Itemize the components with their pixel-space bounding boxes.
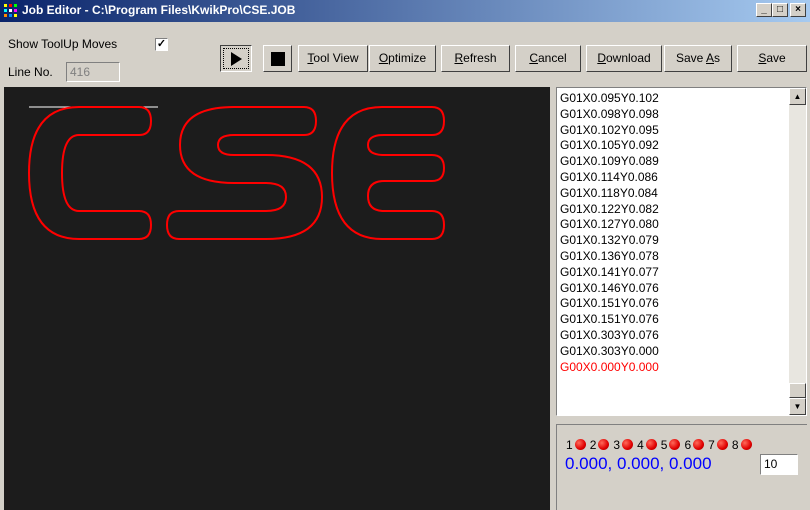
optimize-hotkey: O: [378, 51, 389, 65]
save-as-label: s: [714, 51, 721, 65]
gcode-line[interactable]: G01X0.141Y0.077: [560, 265, 659, 281]
refresh-button[interactable]: Refresh: [441, 45, 510, 72]
led-icon: [622, 439, 634, 450]
show-toolup-label: Show ToolUp Moves: [8, 37, 118, 51]
led-icon: [669, 439, 681, 450]
output-number: 3: [613, 438, 621, 452]
maximize-icon: □: [776, 4, 784, 15]
output-indicator-4: 4: [637, 438, 657, 452]
gcode-listbox[interactable]: G01X0.095Y0.102 G01X0.098Y0.098 G01X0.102Y…: [556, 87, 807, 416]
letter-s-path: [165, 106, 324, 240]
output-number: 6: [684, 438, 692, 452]
show-toolup-checkbox[interactable]: ✓: [155, 38, 168, 51]
gcode-line[interactable]: G01X0.127Y0.080: [560, 217, 659, 233]
output-indicator-3: 3: [613, 438, 634, 452]
gcode-line[interactable]: G01X0.303Y0.076: [560, 328, 659, 344]
output-number: 5: [660, 438, 668, 452]
gcode-line[interactable]: G01X0.146Y0.076: [560, 281, 659, 297]
download-label: ownload: [605, 51, 651, 65]
save-label: ave: [766, 51, 786, 65]
gcode-line[interactable]: G01X0.098Y0.098: [560, 107, 659, 123]
maximize-button[interactable]: □: [772, 3, 788, 17]
line-no-input[interactable]: 416: [66, 62, 120, 82]
refresh-label: efresh: [463, 51, 497, 65]
optimize-label: ptimize: [388, 51, 427, 65]
stop-icon: [270, 51, 285, 66]
app-icon: [4, 4, 17, 17]
output-indicator-7: 7: [708, 438, 728, 452]
run-button[interactable]: [220, 45, 252, 72]
output-number: 8: [731, 438, 739, 452]
save-as-hotkey: A: [706, 51, 715, 65]
output-indicator-2: 2: [590, 438, 610, 452]
led-icon: [645, 439, 657, 450]
gcode-line[interactable]: G01X0.114Y0.086: [560, 170, 659, 186]
download-hotkey: D: [597, 51, 606, 65]
led-icon: [716, 439, 728, 450]
led-icon: [598, 439, 610, 450]
output-indicator-6: 6: [684, 438, 705, 452]
tool-view-label: ool View: [313, 51, 359, 65]
stop-button[interactable]: [263, 45, 292, 72]
gcode-scrollbar[interactable]: ▲ ▼: [789, 88, 806, 415]
step-input[interactable]: 10: [760, 454, 798, 475]
scroll-up-button[interactable]: ▲: [789, 88, 806, 105]
output-indicator-1: 1: [566, 438, 586, 452]
save-as-button[interactable]: Save As: [664, 45, 732, 72]
output-number: 7: [708, 438, 715, 452]
cancel-hotkey: C: [529, 51, 538, 65]
play-icon: [231, 51, 242, 66]
output-number: 1: [566, 438, 573, 452]
tool-view-button[interactable]: Tool View: [298, 45, 368, 72]
scroll-thumb[interactable]: [789, 383, 806, 398]
led-icon: [740, 439, 752, 450]
toolpath-drawing: [27, 106, 446, 240]
led-icon: [693, 439, 705, 450]
save-as-label-pre: Save: [675, 51, 706, 65]
line-no-label: Line No.: [8, 65, 53, 79]
output-indicator-8: 8: [732, 438, 752, 452]
cancel-label: ancel: [537, 51, 567, 65]
scroll-down-button[interactable]: ▼: [789, 398, 806, 415]
download-button[interactable]: Download: [586, 45, 662, 72]
save-button[interactable]: Save: [737, 45, 807, 72]
close-button[interactable]: ×: [790, 3, 806, 17]
gcode-line[interactable]: G01X0.102Y0.095: [560, 123, 659, 139]
letter-c-path: [27, 106, 153, 240]
minimize-icon: _: [761, 4, 767, 15]
gcode-line[interactable]: G01X0.136Y0.078: [560, 249, 659, 265]
toolpath-preview-canvas[interactable]: [4, 87, 550, 510]
gcode-line[interactable]: G01X0.132Y0.079: [560, 233, 659, 249]
output-number: 2: [589, 438, 597, 452]
minimize-button[interactable]: _: [756, 3, 772, 17]
optimize-button[interactable]: Optimize: [369, 45, 436, 72]
cancel-button[interactable]: Cancel: [515, 45, 581, 72]
gcode-line[interactable]: G01X0.151Y0.076: [560, 312, 659, 328]
gcode-list: G01X0.095Y0.102 G01X0.098Y0.098 G01X0.102Y…: [560, 91, 659, 375]
letter-e-path: [330, 106, 446, 240]
gcode-line[interactable]: G01X0.118Y0.084: [560, 186, 659, 202]
gcode-line[interactable]: G01X0.122Y0.082: [560, 202, 659, 218]
arrow-down-icon: ▼: [793, 402, 802, 411]
output-indicators: 1 2 3 4 5 6 7 8: [566, 438, 756, 452]
output-number: 4: [637, 438, 644, 452]
gcode-line[interactable]: G01X0.303Y0.000: [560, 344, 659, 360]
position-readout: 0.000, 0.000, 0.000: [565, 454, 712, 473]
output-indicator-5: 5: [661, 438, 681, 452]
checkmark-icon: ✓: [156, 38, 167, 50]
title-bar: Job Editor - C:\Program Files\KwikPro\CS…: [0, 0, 810, 22]
gcode-line[interactable]: G01X0.105Y0.092: [560, 138, 659, 154]
gcode-line[interactable]: G01X0.095Y0.102: [560, 91, 659, 107]
close-icon: ×: [795, 4, 801, 15]
arrow-up-icon: ▲: [793, 92, 802, 101]
window-title: Job Editor - C:\Program Files\KwikPro\CS…: [22, 3, 296, 17]
gcode-line[interactable]: G01X0.151Y0.076: [560, 296, 659, 312]
refresh-hotkey: R: [454, 51, 464, 65]
gcode-line[interactable]: G01X0.109Y0.089: [560, 154, 659, 170]
gcode-line[interactable]: G00X0.000Y0.000: [560, 360, 659, 376]
led-icon: [574, 439, 586, 450]
